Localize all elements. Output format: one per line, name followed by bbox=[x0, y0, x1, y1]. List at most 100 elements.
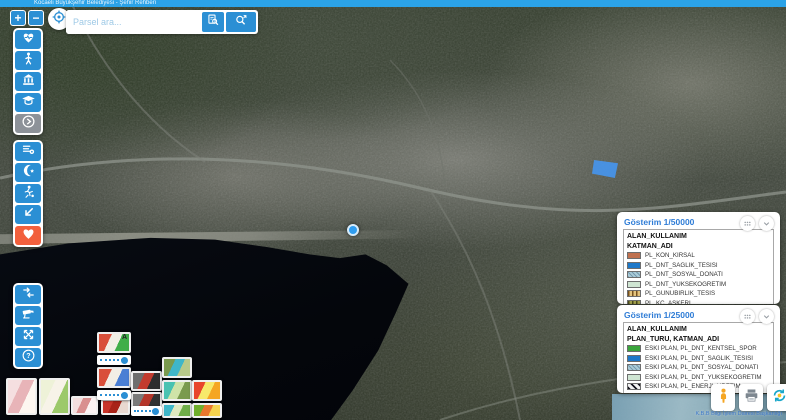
museum-icon bbox=[21, 72, 36, 92]
question-mark-icon: ? bbox=[21, 348, 36, 368]
accessibility-icon bbox=[21, 51, 36, 71]
legend-label: PL_GUNUBIRLIK_TESIS bbox=[645, 290, 715, 297]
legend-label: PL_KC_ASKERI bbox=[645, 300, 691, 304]
museum-button[interactable] bbox=[15, 72, 41, 91]
legend-label: ESKİ PLAN, PL_DNT_SAGLIK_TESISI bbox=[645, 355, 753, 362]
sports-person-button[interactable] bbox=[15, 184, 41, 203]
legend-label: ESKİ PLAN, PL_DNT_SOSYAL_DONATI bbox=[645, 364, 758, 371]
legend-swatch bbox=[627, 374, 641, 381]
heatmap-green-thumbnail[interactable] bbox=[192, 403, 222, 418]
crescent-star-icon bbox=[21, 163, 36, 183]
terrain-cyan-thumbnail[interactable] bbox=[162, 380, 192, 401]
drag-grid-icon[interactable] bbox=[740, 216, 755, 231]
terrain-rivers-thumbnail[interactable] bbox=[162, 403, 192, 418]
arrow-down-left-icon bbox=[21, 205, 36, 225]
legend-swatch bbox=[627, 281, 641, 288]
accessibility-button[interactable] bbox=[15, 51, 41, 70]
legend-label: PL_DNT_YUKSEKOGRETIM bbox=[645, 281, 726, 288]
legend-row: PL_DNT_YUKSEKOGRETIM bbox=[627, 280, 770, 290]
legend-label: ESKİ PLAN, PL_DNT_YUKSEKOGRETIM bbox=[645, 374, 762, 381]
legend-row: ESKİ PLAN, PL_DNT_YUKSEKOGRETIM bbox=[627, 373, 770, 383]
legend-row: ESKİ PLAN, PL_DNT_SOSYAL_DONATI bbox=[627, 363, 770, 373]
legend-label: PL_DNT_SAGLIK_TESISI bbox=[645, 262, 718, 269]
parcel-search-input[interactable] bbox=[66, 10, 202, 34]
search-bar bbox=[66, 10, 258, 34]
legend-label: PL_KON_KIRSAL bbox=[645, 252, 695, 259]
street-view-button[interactable] bbox=[711, 384, 735, 411]
chevron-right-icon bbox=[21, 114, 36, 134]
parcel-search-button[interactable] bbox=[202, 12, 224, 32]
layer-opacity-slider[interactable] bbox=[131, 406, 162, 416]
cctv-button[interactable] bbox=[15, 306, 41, 325]
heatmap-orange-thumbnail[interactable] bbox=[192, 380, 222, 401]
printer-icon bbox=[743, 387, 760, 409]
legend-field-name: ALAN_KULLANIM bbox=[627, 325, 770, 335]
refresh-data-button[interactable] bbox=[767, 384, 786, 411]
legend-row: PL_KC_ASKERI bbox=[627, 299, 770, 305]
slider-knob[interactable] bbox=[152, 408, 159, 415]
app-window: Kocaeli Büyükşehir Belediyesi - Şehir Re… bbox=[0, 0, 786, 420]
field-lines-icon bbox=[21, 142, 36, 162]
heart-pulse-icon bbox=[21, 30, 36, 50]
measure-button[interactable] bbox=[15, 327, 41, 346]
help-button[interactable]: ? bbox=[15, 348, 41, 367]
thumbnail-label: A bbox=[122, 334, 127, 341]
legend-swatch bbox=[627, 364, 641, 371]
heart-icon bbox=[21, 226, 36, 246]
zoom-out-button[interactable]: − bbox=[28, 10, 44, 26]
satellite-gray-1-thumbnail[interactable] bbox=[131, 371, 162, 391]
map-attribution: K.B.B Bilgi İşlem Dairesi Başkanlığı bbox=[695, 411, 782, 417]
circular-arrows-icon bbox=[771, 387, 786, 409]
legend-swatch bbox=[627, 355, 641, 362]
athlete-icon bbox=[21, 184, 36, 204]
basemap-streets-green-thumbnail[interactable] bbox=[39, 378, 70, 415]
favorites-button[interactable] bbox=[15, 226, 41, 245]
print-button[interactable] bbox=[739, 384, 763, 411]
slider-track bbox=[100, 394, 123, 396]
sidebar-group-places bbox=[13, 28, 43, 135]
education-button[interactable] bbox=[15, 93, 41, 112]
legend-label: PL_DNT_SOSYAL_DONATI bbox=[645, 271, 723, 278]
swap-arrows-icon bbox=[21, 285, 36, 305]
legend-row: ESKİ PLAN, PL_DNT_KENTSEL_SPOR bbox=[627, 344, 770, 354]
terrain-green-thumbnail[interactable] bbox=[162, 357, 192, 378]
plan-overlay-a-thumbnail[interactable]: A bbox=[97, 332, 131, 353]
zoom-in-button[interactable]: + bbox=[10, 10, 26, 26]
plan-overlay-b-thumbnail[interactable] bbox=[97, 367, 131, 388]
browser-titlebar: Kocaeli Büyükşehir Belediyesi - Şehir Re… bbox=[0, 0, 786, 7]
legend-swatch bbox=[627, 252, 641, 259]
legend-rows: PL_KON_KIRSAL PL_DNT_SAGLIK_TESISI PL_DNT_… bbox=[627, 251, 770, 304]
legend-label: ESKİ PLAN, PL_DNT_KENTSEL_SPOR bbox=[645, 345, 757, 352]
legend-swatch bbox=[627, 290, 641, 297]
document-magnifier-icon bbox=[206, 13, 220, 32]
cctv-camera-icon bbox=[21, 306, 36, 326]
collapse-chevron-icon[interactable] bbox=[759, 216, 774, 231]
sidebar-group-categories bbox=[13, 140, 43, 247]
mosque-button[interactable] bbox=[15, 163, 41, 182]
expand-tools-button[interactable] bbox=[15, 114, 41, 133]
basemap-streets-light-thumbnail[interactable] bbox=[6, 378, 37, 415]
collapse-chevron-icon[interactable] bbox=[759, 309, 774, 324]
compare-layers-button[interactable] bbox=[15, 285, 41, 304]
legend-row: PL_GUNUBIRLIK_TESIS bbox=[627, 289, 770, 299]
layer-opacity-slider[interactable] bbox=[97, 355, 131, 365]
drag-grid-icon[interactable] bbox=[740, 309, 755, 324]
sports-field-button[interactable] bbox=[15, 142, 41, 161]
slider-knob[interactable] bbox=[121, 357, 128, 364]
legend-field-name: KATMAN_ADI bbox=[627, 242, 770, 252]
slider-track bbox=[100, 359, 123, 361]
basemap-cadastral-thumbnail[interactable] bbox=[71, 396, 98, 415]
legend-swatch bbox=[627, 262, 641, 269]
slider-knob[interactable] bbox=[121, 392, 128, 399]
map-search-button[interactable] bbox=[226, 12, 256, 32]
legend-panel-50000: Gösterim 1/50000 ALAN_KULLANIM KATMAN_AD… bbox=[617, 212, 780, 304]
legend-field-name: PLAN_TURU, KATMAN_ADI bbox=[627, 335, 770, 345]
basemap-parcels-red-thumbnail[interactable] bbox=[101, 399, 130, 415]
pan-southwest-button[interactable] bbox=[15, 205, 41, 224]
location-marker[interactable] bbox=[347, 224, 359, 236]
health-button[interactable] bbox=[15, 30, 41, 49]
target-icon bbox=[51, 9, 67, 30]
layer-opacity-slider[interactable] bbox=[97, 390, 131, 400]
graduation-cap-icon bbox=[21, 93, 36, 113]
legend-swatch bbox=[627, 300, 641, 304]
